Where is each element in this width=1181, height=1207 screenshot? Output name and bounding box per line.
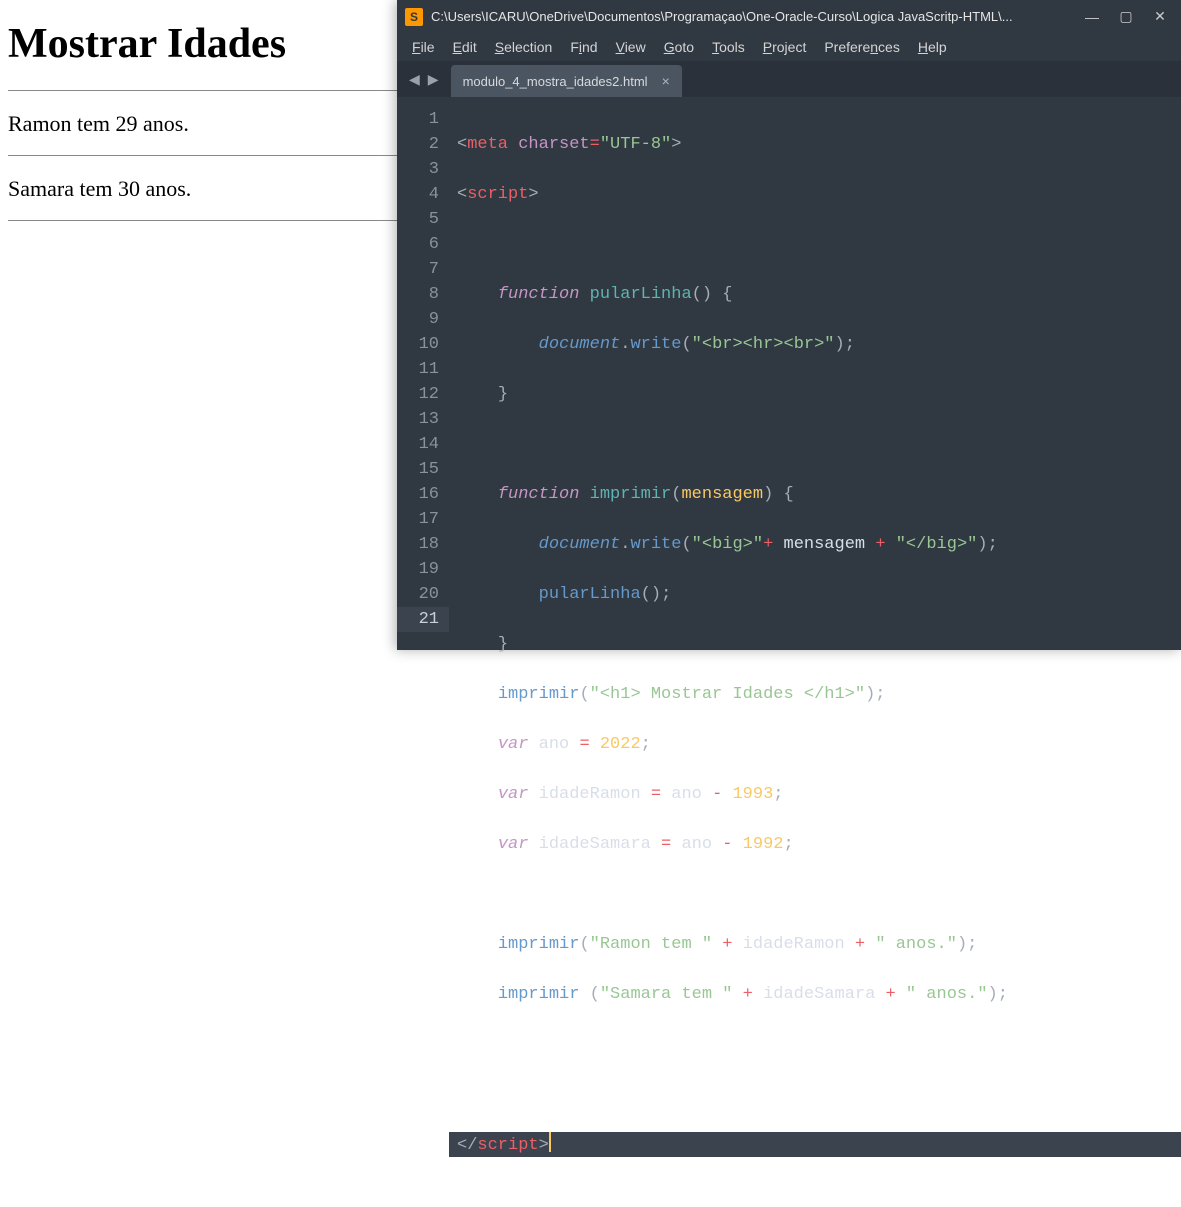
line-number: 7 (397, 257, 439, 282)
code-content[interactable]: <meta charset="UTF-8"> <script> function… (449, 97, 1181, 650)
file-tab[interactable]: modulo_4_mostra_idades2.html × (451, 65, 682, 97)
line-number: 17 (397, 507, 439, 532)
menu-project[interactable]: Project (754, 36, 816, 58)
line-number: 20 (397, 582, 439, 607)
menu-view[interactable]: View (607, 36, 655, 58)
nav-forward-icon[interactable]: ▶ (428, 71, 439, 88)
menu-edit[interactable]: Edit (444, 36, 486, 58)
line-number: 18 (397, 532, 439, 557)
window-controls: — ▢ ✕ (1079, 10, 1173, 24)
tab-filename: modulo_4_mostra_idades2.html (463, 74, 648, 89)
code-editor[interactable]: 1 2 3 4 5 6 7 8 9 10 11 12 13 14 15 16 1… (397, 97, 1181, 650)
line-gutter: 1 2 3 4 5 6 7 8 9 10 11 12 13 14 15 16 1… (397, 97, 449, 650)
line-number: 19 (397, 557, 439, 582)
menu-find[interactable]: Find (561, 36, 606, 58)
menu-tools[interactable]: Tools (703, 36, 754, 58)
line-number: 8 (397, 282, 439, 307)
text-cursor (549, 1132, 551, 1152)
minimize-button[interactable]: — (1085, 10, 1099, 24)
line-number: 21 (397, 607, 449, 632)
line-number: 16 (397, 482, 439, 507)
line-number: 1 (397, 107, 439, 132)
maximize-button[interactable]: ▢ (1119, 10, 1133, 24)
editor-window: S C:\Users\ICARU\OneDrive\Documentos\Pro… (397, 0, 1181, 650)
menu-goto[interactable]: Goto (655, 36, 703, 58)
line-number: 10 (397, 332, 439, 357)
menu-help[interactable]: Help (909, 36, 956, 58)
sublime-icon: S (405, 8, 423, 26)
line-number: 15 (397, 457, 439, 482)
line-number: 13 (397, 407, 439, 432)
close-button[interactable]: ✕ (1153, 10, 1167, 24)
line-number: 6 (397, 232, 439, 257)
line-number: 5 (397, 207, 439, 232)
menu-file[interactable]: File (403, 36, 444, 58)
nav-back-icon[interactable]: ◀ (409, 71, 420, 88)
line-number: 2 (397, 132, 439, 157)
window-titlebar[interactable]: S C:\Users\ICARU\OneDrive\Documentos\Pro… (397, 0, 1181, 33)
line-number: 9 (397, 307, 439, 332)
line-number: 11 (397, 357, 439, 382)
line-number: 14 (397, 432, 439, 457)
window-title: C:\Users\ICARU\OneDrive\Documentos\Progr… (431, 9, 1079, 24)
tab-close-icon[interactable]: × (662, 73, 670, 89)
menu-preferences[interactable]: Preferences (815, 36, 909, 58)
menu-bar: File Edit Selection Find View Goto Tools… (397, 33, 1181, 61)
tab-bar: ◀ ▶ modulo_4_mostra_idades2.html × (397, 61, 1181, 97)
line-number: 12 (397, 382, 439, 407)
tab-nav: ◀ ▶ (397, 61, 451, 97)
line-number: 4 (397, 182, 439, 207)
line-number: 3 (397, 157, 439, 182)
menu-selection[interactable]: Selection (486, 36, 562, 58)
